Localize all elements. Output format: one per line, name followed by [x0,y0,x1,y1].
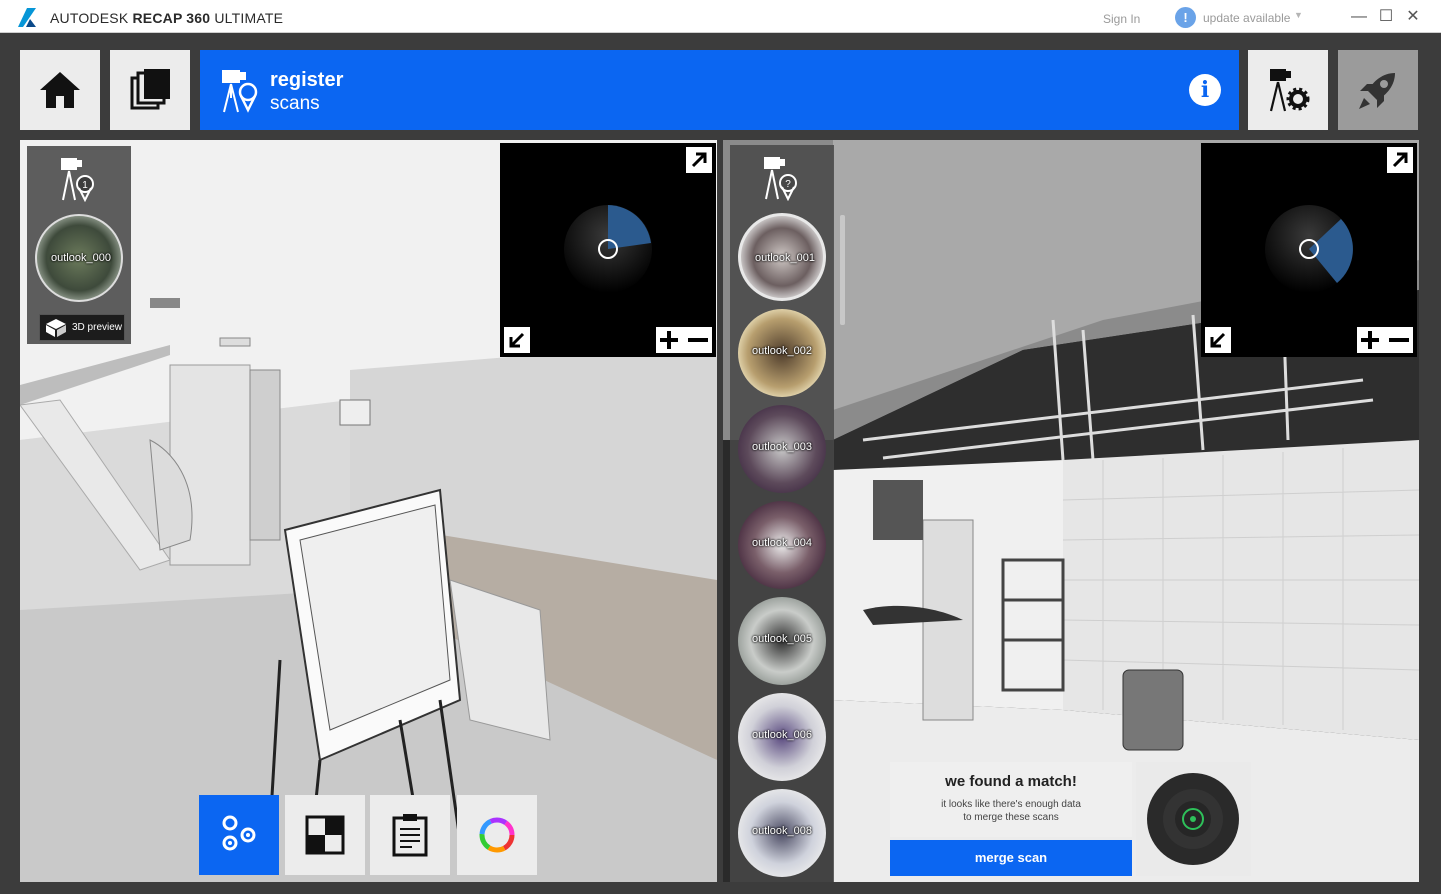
candidate-scan-list[interactable]: ? outlook_001 outlook_002 outlook_003 ou… [730,145,845,882]
minimize-button[interactable]: — [1348,6,1370,28]
scan-thumbnail-outlook-001[interactable]: outlook_001 [738,213,826,301]
banner-subtitle: scans [270,93,320,114]
title-bar: AUTODESK RECAP 360 ULTIMATE Sign In ! up… [0,0,1441,33]
merge-scan-button[interactable]: merge scan [890,840,1132,876]
zoom-controls[interactable] [656,327,712,353]
brand-name: AUTODESK [50,10,129,26]
match-dialog: we found a match! it looks like there's … [890,762,1132,837]
register-scans-banner: register scans i [200,50,1239,130]
scan-badge: 1 [82,180,88,191]
scan-thumbnail-outlook-006[interactable]: outlook_006 [738,693,826,781]
update-available-label[interactable]: update available [1203,11,1290,25]
checker-tool[interactable] [285,795,365,875]
scan-list-scrollbar[interactable] [840,215,845,325]
reference-minimap[interactable] [500,143,716,357]
minimap-view [1265,205,1353,293]
expand-icon[interactable] [686,147,712,173]
checker-icon [305,815,345,855]
app-title: AUTODESK RECAP 360 ULTIMATE [50,10,283,26]
target-minimap[interactable] [1201,143,1417,357]
clipboard-icon [392,814,428,857]
scan-label: outlook_006 [752,729,812,741]
edition-name: ULTIMATE [214,10,284,26]
scan-settings-button[interactable] [1248,50,1328,130]
target-scan-viewport[interactable]: ? outlook_001 outlook_002 outlook_003 ou… [723,140,1419,882]
scan-label: outlook_005 [752,633,812,645]
scan-thumbnail-outlook-003[interactable]: outlook_003 [738,405,826,493]
maximize-button[interactable]: ☐ [1375,6,1397,28]
zoom-in-icon [660,331,678,349]
cube-icon [46,319,66,337]
scan-thumbnail-outlook-002[interactable]: outlook_002 [738,309,826,397]
sign-in-link[interactable]: Sign In [1103,12,1140,26]
scan-thumbnail-outlook-000[interactable]: outlook_000 [35,214,123,302]
color-wheel-icon [479,817,515,853]
chevron-down-icon[interactable]: ▼ [1294,10,1303,20]
scan-label: outlook_008 [752,825,812,837]
target-points-icon [222,815,256,851]
product-name: RECAP 360 [132,10,211,26]
home-icon [40,72,80,108]
report-tool[interactable] [370,795,450,875]
match-heading: we found a match! [945,773,1077,790]
info-button[interactable]: i [1189,74,1221,106]
scan-badge: ? [785,179,791,190]
register-scan-icon [222,70,258,113]
scan-label: outlook_002 [752,345,812,357]
minimap-view [564,205,652,293]
update-alert-icon[interactable]: ! [1175,7,1196,28]
match-target-preview [1136,762,1251,876]
match-message-line-1: it looks like there's enough data [941,799,1081,810]
reference-scan-list: 1 outlook_000 3D preview [27,146,131,344]
match-message: it looks like there's enough data to mer… [920,798,1102,824]
match-message-line-2: to merge these scans [963,812,1059,823]
projects-button[interactable] [110,50,190,130]
scan-unknown-icon: ? [764,157,797,201]
zoom-in-icon [1361,331,1379,349]
zoom-controls[interactable] [1357,327,1413,353]
scan-label: outlook_003 [752,441,812,453]
color-tool[interactable] [457,795,537,875]
scan-label: outlook_000 [51,252,111,264]
scan-label: outlook_001 [755,252,815,264]
target-icon [1147,773,1239,865]
scan-label: outlook_004 [752,537,812,549]
reference-scan-viewport[interactable]: 1 outlook_000 3D preview [20,140,717,882]
collapse-icon[interactable] [1205,327,1231,353]
home-button[interactable] [20,50,100,130]
launch-button[interactable] [1338,50,1418,130]
3d-preview-label: 3D preview [72,322,123,333]
stacked-pages-icon [130,69,170,110]
close-button[interactable]: ✕ [1402,6,1424,28]
scan-number-icon: 1 [61,158,94,202]
autodesk-logo-icon [18,8,36,27]
expand-icon[interactable] [1387,147,1413,173]
scan-thumbnail-outlook-005[interactable]: outlook_005 [738,597,826,685]
scanner-gear-icon [1269,69,1310,112]
banner-title: register [270,69,344,91]
3d-preview-button[interactable]: 3D preview [39,314,125,341]
scan-thumbnail-outlook-008[interactable]: outlook_008 [738,789,826,877]
scan-thumbnail-outlook-004[interactable]: outlook_004 [738,501,826,589]
app-window: AUTODESK RECAP 360 ULTIMATE Sign In ! up… [0,0,1441,894]
rocket-icon [1359,73,1395,109]
target-points-tool[interactable] [199,795,279,875]
collapse-icon[interactable] [504,327,530,353]
